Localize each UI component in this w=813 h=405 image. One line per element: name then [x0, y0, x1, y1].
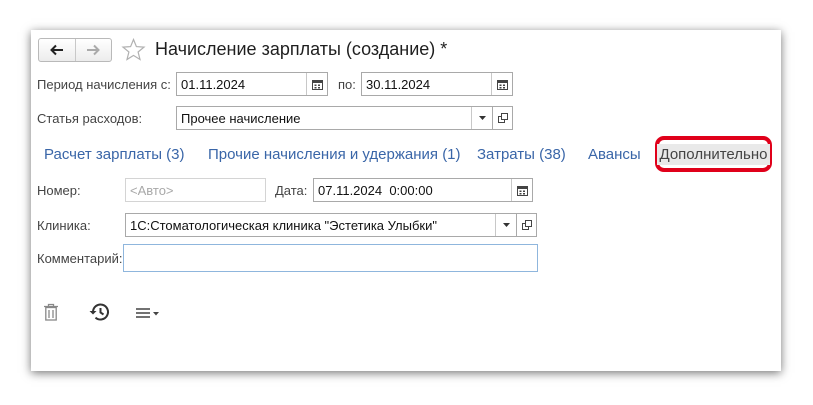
tab-additional[interactable]: Дополнительно — [656, 143, 771, 165]
history-icon — [89, 303, 109, 321]
open-clinic-button[interactable] — [516, 213, 537, 237]
clinic-value: 1С:Стоматологическая клиника "Эстетика У… — [130, 217, 437, 233]
dropdown-button[interactable] — [471, 107, 492, 129]
period-from-label: Период начисления с: — [37, 77, 171, 92]
period-to-field[interactable]: 30.11.2024 — [361, 72, 513, 96]
open-expense-button[interactable] — [492, 106, 513, 130]
chevron-down-icon — [502, 223, 510, 227]
tab-additional-highlight: Дополнительно — [655, 136, 772, 172]
forward-button[interactable] — [74, 39, 112, 61]
document-window: Начисление зарплаты (создание) * Период … — [31, 30, 781, 371]
expense-label: Статья расходов: — [37, 111, 143, 126]
chevron-down-icon — [478, 116, 486, 120]
calendar-icon — [516, 185, 528, 196]
number-label: Номер: — [37, 183, 81, 198]
number-field[interactable]: <Авто> — [125, 178, 266, 202]
delete-button[interactable] — [41, 302, 61, 322]
dropdown-button[interactable] — [495, 214, 516, 236]
tab-salary-calculation[interactable]: Расчет зарплаты (3) — [44, 146, 184, 163]
period-to-label: по: — [338, 77, 356, 92]
back-button[interactable] — [39, 39, 75, 61]
calendar-button[interactable] — [511, 179, 532, 201]
calendar-icon — [311, 79, 323, 90]
tab-costs[interactable]: Затраты (38) — [477, 146, 566, 163]
expense-value: Прочее начисление — [181, 110, 301, 126]
comment-input[interactable] — [123, 244, 538, 272]
date-field[interactable]: 07.11.2024 0:00:00 — [313, 178, 533, 202]
favorite-button[interactable] — [121, 37, 146, 65]
comment-label: Комментарий: — [37, 251, 123, 266]
menu-icon — [136, 308, 159, 318]
trash-icon — [44, 303, 58, 321]
arrow-left-icon — [49, 44, 63, 56]
navigation-buttons — [38, 38, 112, 62]
date-label: Дата: — [275, 183, 308, 198]
history-button[interactable] — [87, 301, 111, 323]
clinic-select[interactable]: 1С:Стоматологическая клиника "Эстетика У… — [125, 213, 517, 237]
clinic-label: Клиника: — [37, 218, 91, 233]
period-from-value: 01.11.2024 — [181, 76, 246, 92]
period-from-field[interactable]: 01.11.2024 — [176, 72, 328, 96]
star-icon — [121, 37, 146, 61]
arrow-right-icon — [87, 44, 101, 56]
open-form-icon — [521, 220, 532, 230]
more-menu-button[interactable] — [135, 304, 161, 322]
calendar-icon — [496, 79, 508, 90]
calendar-button[interactable] — [491, 73, 512, 95]
calendar-button[interactable] — [306, 73, 327, 95]
period-to-value: 30.11.2024 — [366, 76, 431, 92]
number-placeholder: <Авто> — [130, 182, 174, 198]
tab-other-accruals[interactable]: Прочие начисления и удержания (1) — [208, 146, 461, 163]
open-form-icon — [497, 113, 508, 123]
date-value: 07.11.2024 0:00:00 — [318, 182, 433, 198]
expense-select[interactable]: Прочее начисление — [176, 106, 493, 130]
tab-advances[interactable]: Авансы — [588, 146, 641, 163]
page-title: Начисление зарплаты (создание) * — [155, 39, 448, 59]
